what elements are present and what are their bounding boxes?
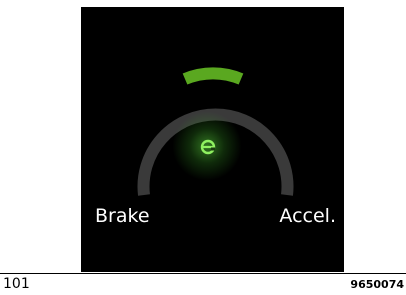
footer-rule	[0, 273, 406, 274]
page-number: 101	[3, 276, 30, 292]
accel-label: Accel.	[279, 205, 336, 227]
display-screen: Brake Accel.	[81, 7, 344, 272]
document-code: 9650074	[350, 278, 404, 291]
gauge-active-segment	[182, 67, 244, 85]
page: Brake Accel. 101 9650074	[0, 0, 406, 295]
eco-power-icon	[200, 139, 216, 155]
brake-label: Brake	[95, 205, 150, 227]
